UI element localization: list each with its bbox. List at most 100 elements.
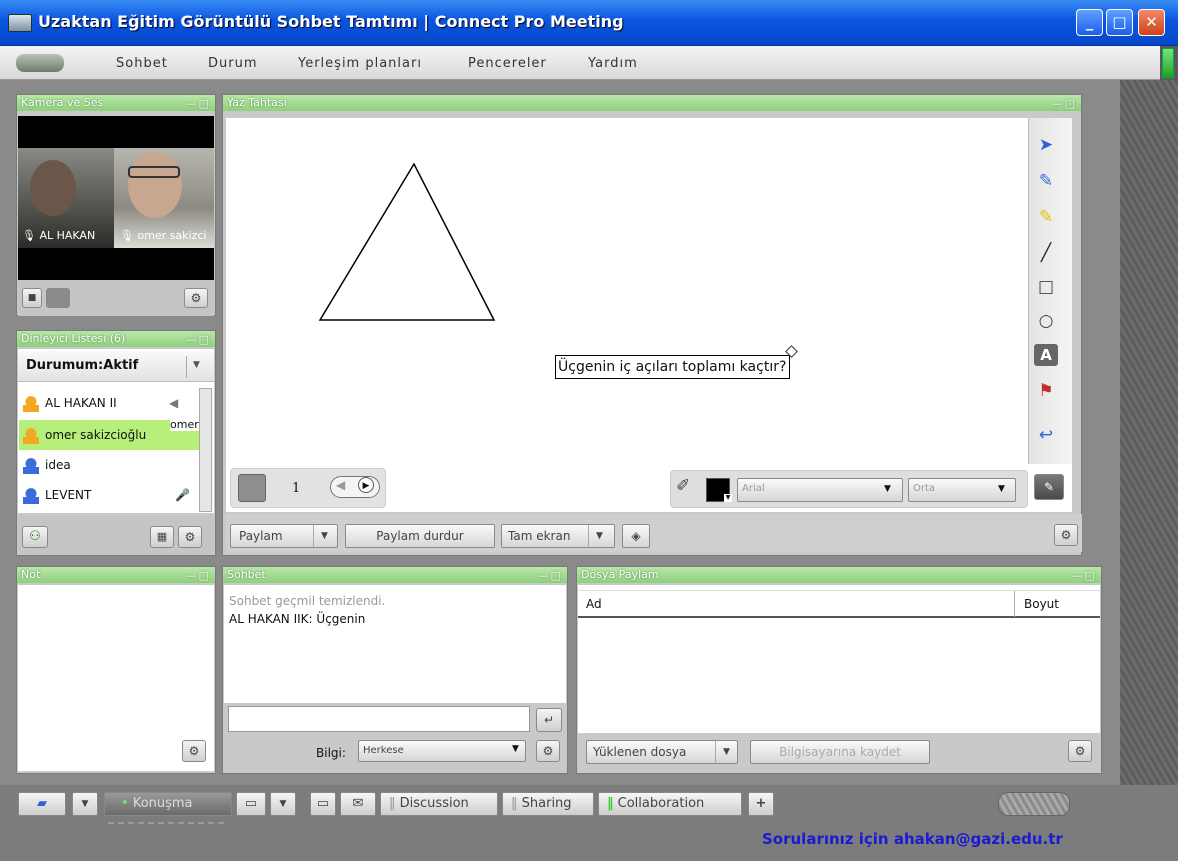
undo-icon[interactable]: ↩ [1034, 424, 1058, 446]
chat-pod-title: Sohbet [227, 568, 266, 581]
audience-row-1[interactable]: AL HAKAN II ◀ [19, 388, 199, 418]
camera-label-2: 🎙 omer sakizci [120, 229, 207, 242]
previous-page-icon[interactable]: ◀ [336, 478, 345, 492]
dropdown-divider [715, 741, 716, 763]
pod-window-controls-icon[interactable]: —□ [186, 96, 211, 111]
add-user-icon[interactable]: ⚇ [22, 526, 48, 548]
layout-tab-collaboration[interactable]: ‖ Collaboration [598, 792, 742, 816]
whiteboard-pod-header: Yaz Tahtası —□ [223, 95, 1081, 111]
status-label: Durumum:Aktif [26, 358, 139, 373]
upload-dropdown[interactable]: Yüklenen dosya ▼ [586, 740, 738, 764]
highlighter-icon[interactable]: ✎ [1034, 206, 1058, 228]
audience-scrollbar[interactable] [199, 388, 212, 512]
menu-help[interactable]: Yardım [588, 56, 638, 71]
camera-settings-gear-icon[interactable]: ⚙ [184, 288, 208, 308]
connection-status-icon [1162, 48, 1174, 78]
camera-pod-title: Kamera ve Ses [21, 96, 104, 109]
notes-settings-gear-icon[interactable]: ⚙ [182, 740, 206, 762]
line-tool-icon[interactable]: ╱ [1034, 242, 1058, 264]
page-thumbnail-button[interactable] [238, 474, 266, 502]
layout-tab-konusma[interactable]: • Konuşma [104, 792, 232, 816]
page-number: 1 [292, 481, 301, 496]
whiteboard-drawing [318, 162, 496, 321]
files-settings-gear-icon[interactable]: ⚙ [1068, 740, 1092, 762]
rectangle-tool-icon[interactable]: □ [1034, 276, 1058, 298]
maximize-button[interactable]: □ [1106, 9, 1133, 36]
audience-settings-gear-icon[interactable]: ⚙ [178, 526, 202, 548]
column-size[interactable]: Boyut [1024, 597, 1059, 611]
handshake-icon[interactable]: ✉ [340, 792, 376, 816]
user-name: omer sakizcioğlu [45, 428, 147, 442]
pencil-icon[interactable]: ✎ [1034, 170, 1058, 192]
dropdown-divider [186, 356, 187, 378]
chat-input[interactable] [228, 706, 530, 732]
camera-label-1: 🎙 AL HAKAN [22, 229, 96, 242]
menu-durum[interactable]: Durum [208, 56, 258, 71]
selection-arrow-icon[interactable]: ➤ [1034, 134, 1058, 156]
files-pod-title: Dosya Paylam [581, 568, 659, 581]
pod-menu-icon[interactable]: ▭ [236, 792, 266, 816]
color-picker-chevron-icon[interactable]: ▼ [724, 494, 732, 502]
pod-window-controls-icon[interactable]: —□ [1052, 96, 1077, 111]
chat-settings-gear-icon[interactable]: ⚙ [536, 740, 560, 762]
participant-user-icon [23, 487, 39, 504]
save-to-computer-button[interactable]: Bilgisayarına kaydet [750, 740, 930, 764]
user-name: AL HAKAN II [45, 396, 117, 410]
audience-row-4[interactable]: LEVENT 🎤 [19, 480, 199, 510]
pod-window-controls-icon[interactable]: —□ [186, 332, 211, 347]
font-select[interactable]: Arial [737, 478, 903, 502]
font-chevron-icon[interactable]: ▼ [884, 484, 891, 494]
clipboard-icon[interactable]: ▭ [310, 792, 336, 816]
column-name[interactable]: Ad [586, 597, 602, 611]
start-camera-button[interactable] [46, 288, 70, 308]
stop-share-button[interactable]: Paylam durdur [345, 524, 495, 548]
layout-controls-icon[interactable] [998, 792, 1070, 816]
layout-tab-label: Konuşma [132, 796, 193, 811]
share-label: Paylam [239, 529, 283, 543]
audience-row-3[interactable]: idea [19, 450, 199, 480]
stamp-tool-icon[interactable]: ⚑ [1034, 380, 1058, 402]
recipient-select[interactable]: Herkese [358, 740, 526, 762]
pod-window-controls-icon[interactable]: —□ [538, 568, 563, 583]
chat-system-message: Sohbet geçmil temizlendi. [229, 594, 386, 608]
size-chevron-icon[interactable]: ▼ [998, 484, 1005, 494]
notes-pod-title: Not [21, 568, 41, 581]
speaker-icon: ◀ [169, 396, 179, 410]
layout-tab-label: Collaboration [617, 796, 705, 811]
layout-chevron-icon[interactable]: ▼ [72, 792, 98, 816]
send-button[interactable]: ↵ [536, 708, 562, 732]
stop-camera-button[interactable]: ■ [22, 288, 42, 308]
active-layout-indicator-icon: ‖ [607, 796, 614, 811]
dropdown-divider [313, 525, 314, 547]
chevron-down-icon: ▼ [596, 531, 603, 541]
add-layout-button[interactable]: + [748, 792, 774, 816]
close-button[interactable]: ✕ [1138, 9, 1165, 36]
pod-menu-chevron-icon[interactable]: ▼ [270, 792, 296, 816]
grid-view-icon[interactable]: ▦ [150, 526, 174, 548]
ellipse-tool-icon[interactable]: ○ [1034, 310, 1058, 332]
layout-tab-discussion[interactable]: ‖ Discussion [380, 792, 498, 816]
edit-properties-icon[interactable]: ✎ [1034, 474, 1064, 500]
menu-layouts[interactable]: Yerleşim planları [298, 56, 422, 71]
menu-sohbet[interactable]: Sohbet [116, 56, 168, 71]
fullscreen-dropdown[interactable]: Tam ekran ▼ [501, 524, 615, 548]
chevron-down-icon: ▼ [321, 531, 328, 541]
recipient-chevron-icon[interactable]: ▼ [512, 744, 519, 754]
whiteboard-text-note[interactable]: Üçgenin iç açıları toplamı kaçtır? [555, 355, 790, 379]
share-dropdown[interactable]: Paylam ▼ [230, 524, 338, 548]
pod-window-controls-icon[interactable]: —□ [1072, 568, 1097, 583]
pod-window-controls-icon[interactable]: —□ [186, 568, 211, 583]
sync-icon[interactable]: ◈ [622, 524, 650, 548]
layout-tab-sharing[interactable]: ‖ Sharing [502, 792, 594, 816]
whiteboard-settings-gear-icon[interactable]: ⚙ [1054, 524, 1078, 546]
minimize-button[interactable]: _ [1076, 9, 1103, 36]
folder-icon[interactable]: ▰ [18, 792, 66, 816]
chat-info-label: Bilgi: [316, 746, 346, 760]
text-tool-icon[interactable]: A [1034, 344, 1058, 366]
menu-windows[interactable]: Pencereler [468, 56, 547, 71]
participant-face-2 [128, 152, 182, 218]
host-user-icon [23, 427, 39, 444]
chevron-down-icon[interactable]: ▼ [193, 360, 200, 370]
next-page-icon[interactable]: ▶ [358, 477, 374, 493]
connect-logo-icon [16, 54, 64, 72]
